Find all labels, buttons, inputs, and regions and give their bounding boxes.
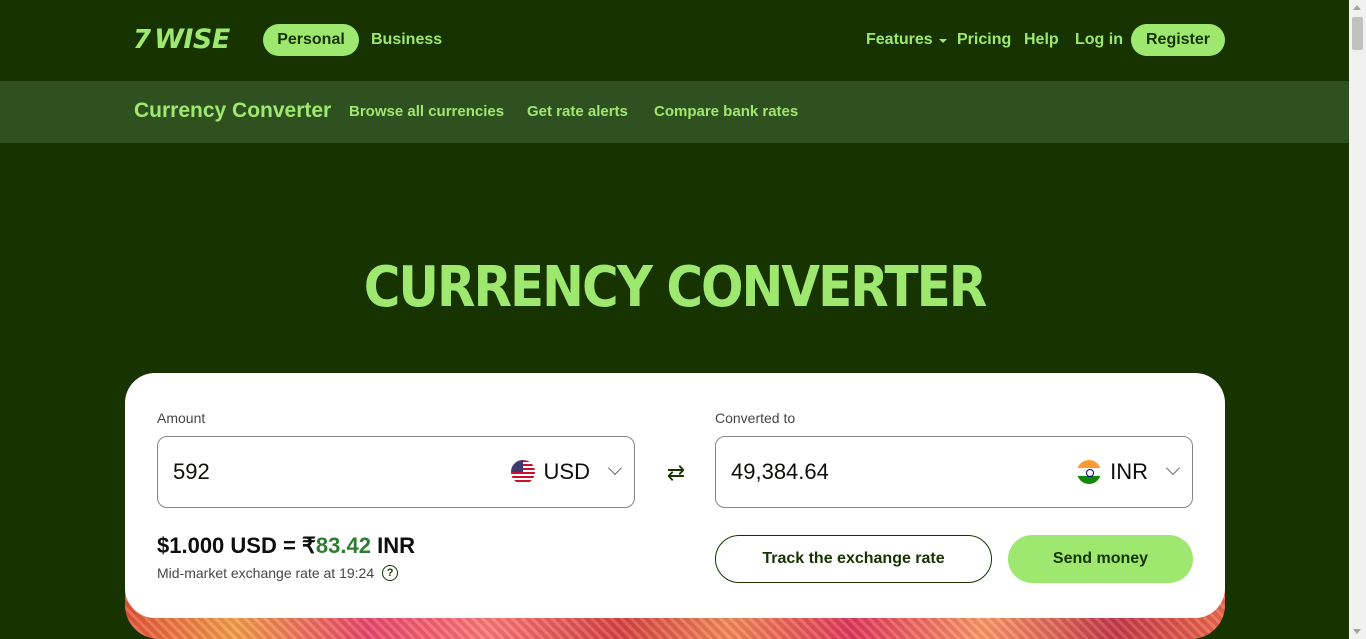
chevron-down-icon[interactable]: [607, 460, 623, 476]
to-currency-select[interactable]: INR: [1077, 459, 1148, 485]
scroll-up-icon[interactable]: [1353, 5, 1361, 10]
amount-input[interactable]: 592: [173, 459, 210, 485]
track-rate-button[interactable]: Track the exchange rate: [715, 535, 992, 583]
swap-currencies-icon[interactable]: ⇄: [662, 459, 690, 487]
amount-label: Amount: [157, 410, 206, 426]
from-currency-select[interactable]: USD: [510, 459, 590, 485]
exchange-rate: $1.000 USD = ₹83.42 INR: [157, 533, 415, 559]
rate-alerts-link[interactable]: Get rate alerts: [527, 103, 628, 120]
wise-flag-icon: 7: [133, 24, 152, 55]
send-money-button[interactable]: Send money: [1008, 535, 1193, 583]
converted-input[interactable]: 49,384.64: [731, 459, 829, 485]
wise-wordmark: WISE: [154, 24, 230, 55]
wise-logo[interactable]: 7 WISE: [133, 26, 230, 53]
rate-prefix: $1.000 USD = ₹: [157, 533, 316, 558]
register-button[interactable]: Register: [1131, 24, 1225, 56]
chevron-down-icon[interactable]: [1165, 460, 1181, 476]
us-flag-icon: [510, 460, 535, 484]
chevron-down-icon: [938, 39, 947, 43]
converted-field[interactable]: 49,384.64 INR: [715, 436, 1193, 508]
rate-value: 83.42: [315, 533, 371, 558]
business-tab[interactable]: Business: [371, 24, 442, 56]
page-scrollbar[interactable]: [1349, 0, 1366, 639]
to-currency-code: INR: [1110, 459, 1148, 484]
top-navigation: 7 WISE Personal Business Features Pricin…: [0, 0, 1349, 81]
mid-market-text: Mid-market exchange rate at 19:24: [157, 565, 375, 581]
help-icon[interactable]: ?: [382, 565, 399, 581]
pricing-link[interactable]: Pricing: [957, 24, 1011, 56]
login-link[interactable]: Log in: [1075, 24, 1123, 56]
from-currency-code: USD: [543, 459, 590, 484]
browse-currencies-link[interactable]: Browse all currencies: [349, 103, 504, 120]
scrollbar-thumb[interactable]: [1352, 17, 1363, 50]
amount-field[interactable]: 592 USD: [157, 436, 635, 508]
help-link[interactable]: Help: [1024, 24, 1059, 56]
mid-market-note: Mid-market exchange rate at 19:24 ?: [157, 565, 399, 581]
features-menu[interactable]: Features: [866, 24, 947, 56]
converted-label: Converted to: [715, 410, 796, 426]
features-label: Features: [866, 31, 933, 48]
converter-subnav: Currency Converter Browse all currencies…: [0, 81, 1349, 143]
page-title: CURRENCY CONVERTER: [363, 254, 988, 320]
india-flag-icon: [1077, 460, 1102, 484]
rate-suffix: INR: [370, 533, 415, 558]
compare-bank-rates-link[interactable]: Compare bank rates: [654, 103, 798, 120]
personal-tab[interactable]: Personal: [263, 24, 359, 56]
scroll-down-icon[interactable]: [1353, 629, 1361, 634]
subnav-title[interactable]: Currency Converter: [134, 99, 331, 123]
converter-card: Amount 592 USD ⇄ Converted to 49,384.64 …: [125, 373, 1225, 618]
